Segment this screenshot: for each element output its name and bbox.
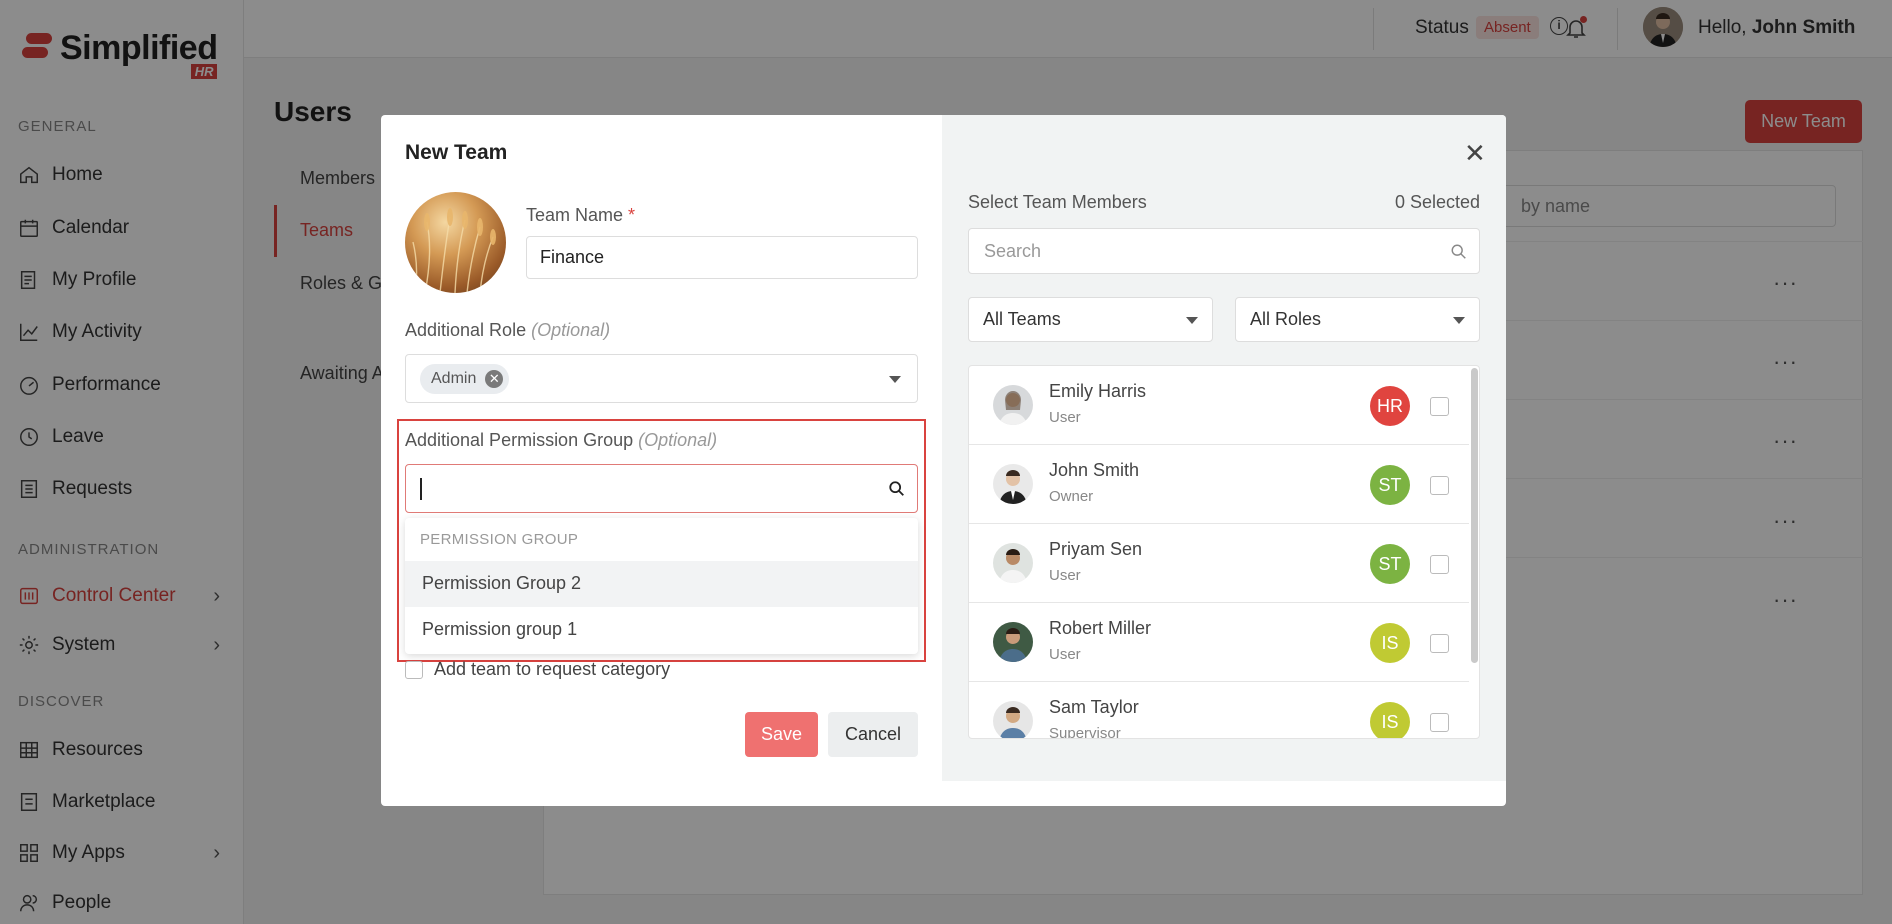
permission-group-input[interactable] <box>405 464 918 513</box>
request-category-label: Add team to request category <box>434 659 671 679</box>
dropdown-option[interactable]: Permission Group 2 <box>405 561 918 607</box>
member-checkbox[interactable] <box>1430 713 1449 732</box>
member-role: Supervisor <box>1049 725 1121 739</box>
member-checkbox[interactable] <box>1430 397 1449 416</box>
teams-filter-value: All Teams <box>983 309 1061 329</box>
avatar <box>993 464 1033 504</box>
members-list: Emily Harris User HR John Smith Owner ST… <box>968 365 1480 739</box>
close-icon[interactable]: ✕ <box>1464 140 1486 166</box>
additional-role-select[interactable]: Admin ✕ <box>405 354 918 403</box>
chevron-down-icon <box>1453 317 1465 324</box>
team-badge: ST <box>1370 544 1410 584</box>
member-role: User <box>1049 567 1081 584</box>
permission-group-label: Additional Permission Group (Optional) <box>405 430 717 451</box>
dropdown-group-header: PERMISSION GROUP <box>420 531 579 548</box>
scrollbar[interactable] <box>1471 368 1478 663</box>
request-category-row[interactable]: Add team to request category <box>405 659 670 680</box>
team-badge: IS <box>1370 702 1410 738</box>
member-name: Robert Miller <box>1049 618 1152 638</box>
avatar <box>993 543 1033 583</box>
team-badge: HR <box>1370 386 1410 426</box>
member-checkbox[interactable] <box>1430 555 1449 574</box>
optional-text: (Optional) <box>638 430 718 450</box>
team-name-label: Team Name * <box>526 205 635 226</box>
required-mark: * <box>628 205 636 225</box>
additional-role-label: Additional Role (Optional) <box>405 320 610 341</box>
teams-filter-select[interactable]: All Teams <box>968 297 1213 342</box>
member-role: User <box>1049 409 1081 426</box>
team-photo[interactable] <box>405 192 506 293</box>
selected-count: 0 Selected <box>1394 192 1480 212</box>
additional-role-label-text: Additional Role <box>405 320 527 340</box>
list-item[interactable]: John Smith Owner ST <box>969 445 1469 524</box>
permission-group-label-text: Additional Permission Group <box>405 430 634 450</box>
team-name-label-text: Team Name <box>526 205 624 225</box>
role-chip: Admin ✕ <box>420 364 510 394</box>
save-button[interactable]: Save <box>745 712 818 757</box>
text-cursor <box>420 478 422 500</box>
cancel-button[interactable]: Cancel <box>828 712 918 757</box>
member-name: John Smith <box>1049 460 1140 480</box>
member-name: Priyam Sen <box>1049 539 1143 559</box>
request-category-checkbox[interactable] <box>405 660 423 679</box>
chevron-down-icon <box>1186 317 1198 324</box>
search-icon <box>1451 244 1466 259</box>
member-search-input[interactable]: Search <box>968 228 1480 274</box>
select-members-title: Select Team Members <box>968 192 1147 212</box>
list-item[interactable]: Robert Miller User IS <box>969 603 1469 682</box>
member-role: User <box>1049 646 1081 663</box>
member-checkbox[interactable] <box>1430 634 1449 653</box>
modal-title: New Team <box>405 141 508 164</box>
list-item[interactable]: Priyam Sen User ST <box>969 524 1469 603</box>
avatar <box>993 622 1033 662</box>
search-icon <box>889 481 904 496</box>
member-checkbox[interactable] <box>1430 476 1449 495</box>
team-name-input[interactable]: Finance <box>526 236 918 279</box>
remove-chip-icon[interactable]: ✕ <box>485 370 504 388</box>
list-item[interactable]: Sam Taylor Supervisor IS <box>969 682 1469 739</box>
avatar <box>993 385 1033 425</box>
avatar <box>993 701 1033 738</box>
new-team-modal: New Team Team Name * Finance Additional … <box>381 115 1506 806</box>
chevron-down-icon[interactable] <box>889 376 901 383</box>
dropdown-option[interactable]: Permission group 1 <box>405 607 918 653</box>
team-badge: ST <box>1370 465 1410 505</box>
team-badge: IS <box>1370 623 1410 663</box>
roles-filter-value: All Roles <box>1250 309 1322 329</box>
list-item[interactable]: Emily Harris User HR <box>969 366 1469 445</box>
permission-group-dropdown: PERMISSION GROUP Permission Group 2 Perm… <box>405 518 918 654</box>
member-name: Sam Taylor <box>1049 697 1139 717</box>
role-chip-label: Admin <box>431 370 477 387</box>
roles-filter-select[interactable]: All Roles <box>1235 297 1480 342</box>
member-role: Owner <box>1049 488 1094 505</box>
optional-text: (Optional) <box>531 320 611 340</box>
member-name: Emily Harris <box>1049 381 1146 401</box>
member-search-placeholder: Search <box>984 241 1042 261</box>
